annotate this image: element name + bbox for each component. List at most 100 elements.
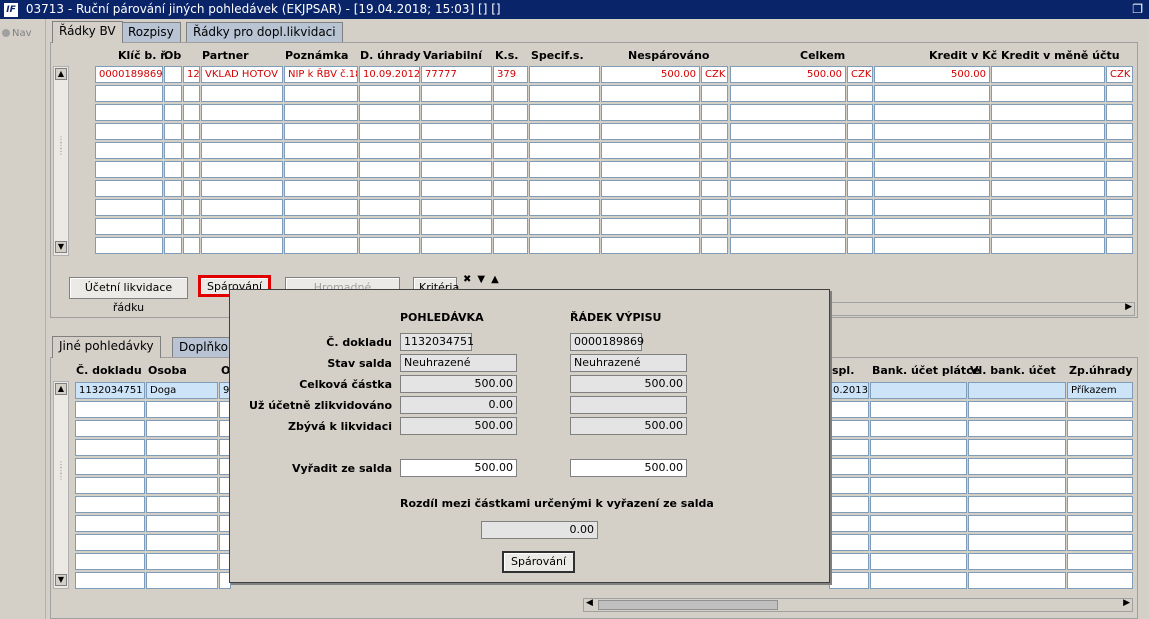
row1-klic[interactable]: 0000189869 — [95, 66, 163, 83]
bottom-table-empty-cell[interactable] — [870, 534, 967, 551]
bottom-table-empty-cell[interactable] — [968, 515, 1066, 532]
top-table-empty-cell[interactable] — [529, 123, 600, 140]
top-table-empty-cell[interactable] — [164, 142, 182, 159]
top-table-empty-cell[interactable] — [847, 218, 873, 235]
top-table-empty-cell[interactable] — [529, 218, 600, 235]
tab-doplnkove[interactable]: Doplňko — [172, 337, 236, 357]
clear-filter-icon[interactable]: ✖ — [463, 274, 477, 285]
top-table-empty-cell[interactable] — [847, 142, 873, 159]
top-table-empty-cell[interactable] — [284, 104, 358, 121]
scroll-up-icon[interactable]: ▲ — [55, 68, 67, 80]
scroll-right-icon[interactable]: ▶ — [1123, 598, 1130, 608]
top-table-empty-cell[interactable] — [991, 85, 1105, 102]
top-table-empty-cell[interactable] — [730, 123, 846, 140]
brow1-vl-bank[interactable] — [968, 382, 1066, 399]
bottom-table-empty-cell[interactable] — [75, 458, 145, 475]
ucetni-likvidace-button[interactable]: Účetní likvidace řádku — [69, 277, 188, 314]
row1-code[interactable]: 12 — [183, 66, 200, 83]
top-table-empty-cell[interactable] — [284, 237, 358, 254]
top-table-empty-cell[interactable] — [529, 104, 600, 121]
bottom-table-empty-cell[interactable] — [146, 515, 218, 532]
top-table-empty-cell[interactable] — [95, 123, 163, 140]
row1-ob[interactable] — [164, 66, 182, 83]
pohledavka-stav-field[interactable]: Neuhrazené — [400, 354, 517, 372]
bottom-table-empty-cell[interactable] — [75, 477, 145, 494]
top-table-empty-cell[interactable] — [95, 237, 163, 254]
top-table-empty-cell[interactable] — [601, 85, 700, 102]
radek-stav-field[interactable]: Neuhrazené — [570, 354, 687, 372]
top-table-empty-cell[interactable] — [359, 142, 420, 159]
bottom-table-empty-cell[interactable] — [870, 477, 967, 494]
top-table-empty-cell[interactable] — [95, 199, 163, 216]
top-table-empty-cell[interactable] — [730, 237, 846, 254]
brow1-zp-uhrady[interactable]: Příkazem — [1067, 382, 1133, 399]
row1-mena2[interactable]: CZK — [847, 66, 873, 83]
bottom-table-empty-cell[interactable] — [146, 439, 218, 456]
bottom-table-empty-cell[interactable] — [1067, 572, 1133, 589]
row1-poznamka[interactable]: NIP k ŘBV č.18 — [284, 66, 358, 83]
top-table-empty-cell[interactable] — [1106, 123, 1133, 140]
top-table-empty-cell[interactable] — [701, 199, 728, 216]
bottom-table-empty-cell[interactable] — [146, 553, 218, 570]
scroll-grip-icon[interactable]: ⋮ ⋮ ⋮ — [57, 461, 65, 481]
pohledavka-celkova-field[interactable]: 500.00 — [400, 375, 517, 393]
top-table-empty-cell[interactable] — [493, 123, 528, 140]
bottom-table-empty-cell[interactable] — [1067, 420, 1133, 437]
bottom-table-empty-cell[interactable] — [146, 572, 218, 589]
top-table-empty-cell[interactable] — [1106, 142, 1133, 159]
top-table-empty-cell[interactable] — [183, 237, 200, 254]
bottom-table-empty-cell[interactable] — [968, 477, 1066, 494]
top-table-empty-cell[interactable] — [95, 180, 163, 197]
top-table-empty-cell[interactable] — [730, 218, 846, 235]
tab-rozpisy[interactable]: Rozpisy — [121, 22, 181, 42]
top-table-empty-cell[interactable] — [284, 123, 358, 140]
top-table-empty-cell[interactable] — [701, 85, 728, 102]
top-table-empty-cell[interactable] — [359, 237, 420, 254]
top-table-empty-cell[interactable] — [1106, 104, 1133, 121]
bottom-table-empty-cell[interactable] — [146, 477, 218, 494]
top-table-empty-cell[interactable] — [95, 85, 163, 102]
top-table-empty-cell[interactable] — [493, 104, 528, 121]
row1-kredit-mena[interactable] — [991, 66, 1105, 83]
bottom-table-empty-cell[interactable] — [870, 496, 967, 513]
top-table-empty-cell[interactable] — [847, 199, 873, 216]
top-table-empty-cell[interactable] — [164, 123, 182, 140]
top-table-empty-cell[interactable] — [183, 142, 200, 159]
top-table-empty-cell[interactable] — [164, 180, 182, 197]
scroll-right-icon[interactable]: ▶ — [1125, 302, 1132, 312]
bottom-table-empty-cell[interactable] — [870, 401, 967, 418]
bottom-table-empty-cell[interactable] — [1067, 515, 1133, 532]
top-table-empty-cell[interactable] — [529, 161, 600, 178]
row1-ks[interactable]: 379 — [493, 66, 528, 83]
top-table-empty-cell[interactable] — [493, 237, 528, 254]
brow1-spl[interactable]: 0.2013 — [829, 382, 869, 399]
radek-cislo-field[interactable]: 0000189869 — [570, 333, 644, 351]
bottom-hscroll-thumb[interactable] — [598, 600, 778, 610]
top-table-empty-cell[interactable] — [991, 237, 1105, 254]
top-table-empty-cell[interactable] — [874, 180, 990, 197]
top-table-empty-cell[interactable] — [421, 180, 492, 197]
scroll-up-icon[interactable]: ▲ — [55, 383, 67, 395]
bottom-table-empty-cell[interactable] — [870, 439, 967, 456]
top-table-empty-cell[interactable] — [991, 142, 1105, 159]
top-table-empty-cell[interactable] — [601, 180, 700, 197]
top-table-empty-cell[interactable] — [421, 199, 492, 216]
top-table-empty-cell[interactable] — [1106, 85, 1133, 102]
top-table-empty-cell[interactable] — [421, 142, 492, 159]
top-table-empty-cell[interactable] — [1106, 218, 1133, 235]
bottom-table-empty-cell[interactable] — [75, 420, 145, 437]
bottom-table-hscroll[interactable]: ◀ ▶ — [583, 598, 1133, 612]
row1-partner[interactable]: VKLAD HOTOV — [201, 66, 283, 83]
top-table-empty-cell[interactable] — [95, 142, 163, 159]
bottom-table-empty-cell[interactable] — [968, 458, 1066, 475]
top-table-empty-cell[interactable] — [847, 237, 873, 254]
row1-nesparovano[interactable]: 500.00 — [601, 66, 700, 83]
top-table-empty-cell[interactable] — [991, 123, 1105, 140]
bottom-table-empty-cell[interactable] — [75, 515, 145, 532]
top-table-empty-cell[interactable] — [601, 237, 700, 254]
top-table-empty-cell[interactable] — [730, 85, 846, 102]
top-table-empty-cell[interactable] — [421, 218, 492, 235]
top-table-empty-cell[interactable] — [730, 142, 846, 159]
top-table-empty-cell[interactable] — [421, 104, 492, 121]
row1-kredit-kc[interactable]: 500.00 — [874, 66, 990, 83]
